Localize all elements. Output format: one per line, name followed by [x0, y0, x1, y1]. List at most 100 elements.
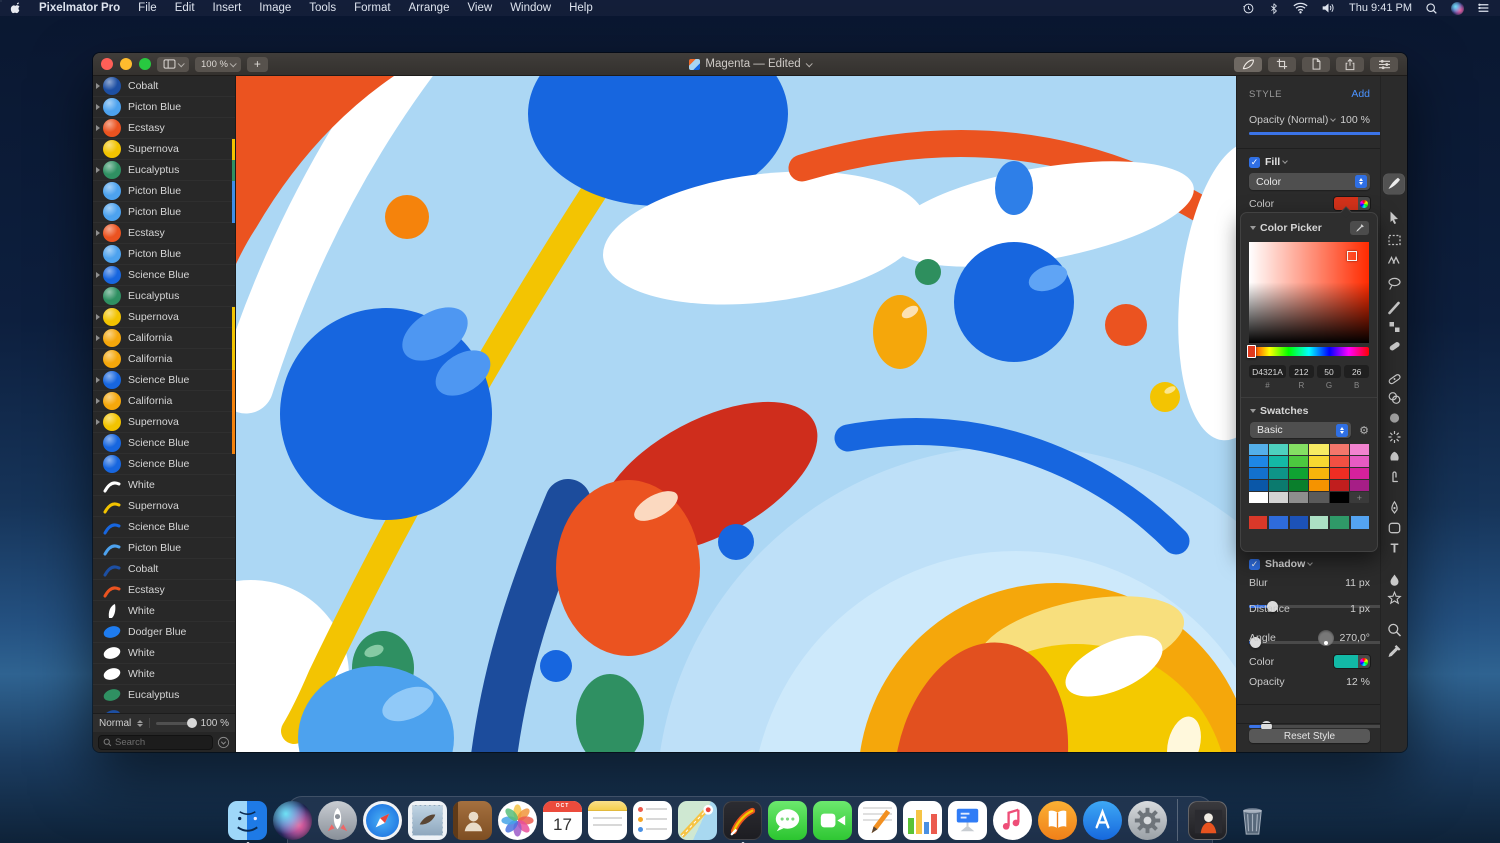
dock-app-store[interactable]: [1083, 800, 1122, 840]
time-machine-icon[interactable]: [1242, 2, 1255, 15]
dock-photos[interactable]: [498, 800, 537, 840]
blend-mode-value[interactable]: Normal: [99, 718, 131, 729]
tool-effects[interactable]: [1384, 588, 1405, 608]
dock-messages[interactable]: [768, 800, 807, 840]
disclosure-triangle[interactable]: [96, 314, 100, 320]
red-field[interactable]: 212: [1289, 365, 1314, 378]
disclosure-triangle[interactable]: [96, 104, 100, 110]
reset-style-button[interactable]: Reset Style: [1249, 729, 1370, 743]
menu-file[interactable]: File: [129, 0, 166, 16]
blue-field[interactable]: 26: [1344, 365, 1370, 378]
swatch[interactable]: [1289, 444, 1309, 455]
dock-itunes[interactable]: [993, 800, 1032, 840]
menu-edit[interactable]: Edit: [166, 0, 204, 16]
layer-row[interactable]: Eucalyptus: [93, 160, 235, 181]
dock-pages[interactable]: [858, 800, 897, 840]
disclosure-triangle[interactable]: [96, 125, 100, 131]
layer-row[interactable]: Picton Blue: [93, 202, 235, 223]
swatch[interactable]: [1249, 480, 1269, 491]
swatch[interactable]: [1329, 456, 1349, 467]
layer-row[interactable]: White: [93, 664, 235, 685]
layer-row[interactable]: Cobalt: [93, 559, 235, 580]
layer-row[interactable]: White: [93, 643, 235, 664]
eyedropper-button[interactable]: [1350, 221, 1369, 235]
shadow-checkbox[interactable]: ✓: [1249, 558, 1260, 570]
disclosure-triangle[interactable]: [96, 335, 100, 341]
swatch[interactable]: [1269, 492, 1289, 503]
layer-row[interactable]: Science Blue: [93, 433, 235, 454]
tool-rectangular-selection[interactable]: [1384, 230, 1405, 250]
tool-warp[interactable]: [1384, 466, 1405, 486]
tool-paint[interactable]: [1384, 298, 1405, 318]
swatch[interactable]: [1349, 468, 1369, 479]
canvas-artwork[interactable]: [236, 76, 1236, 752]
crop-tool-button[interactable]: [1268, 56, 1296, 72]
hue-slider[interactable]: [1247, 345, 1369, 358]
apple-menu[interactable]: [0, 0, 30, 16]
layer-row[interactable]: White: [93, 601, 235, 622]
layer-row[interactable]: Cobalt: [93, 76, 235, 97]
swatch[interactable]: [1309, 456, 1329, 467]
style-opacity-slider[interactable]: [1249, 128, 1394, 139]
layer-row[interactable]: Ecstasy: [93, 118, 235, 139]
disclosure-triangle[interactable]: [96, 398, 100, 404]
export-tool-button[interactable]: [1302, 56, 1330, 72]
dock-keynote[interactable]: [948, 800, 987, 840]
disclosure-triangle[interactable]: [96, 167, 100, 173]
disclosure-triangle[interactable]: [1250, 226, 1256, 230]
tool-clone[interactable]: [1384, 388, 1405, 408]
dock-pixelmator-pro[interactable]: [723, 800, 762, 843]
color-selector[interactable]: [1347, 251, 1357, 261]
notification-center-icon[interactable]: [1477, 2, 1490, 14]
menu-view[interactable]: View: [458, 0, 501, 16]
blend-mode-stepper[interactable]: [137, 719, 144, 727]
dock-contacts[interactable]: [453, 800, 492, 840]
tool-erase[interactable]: [1384, 336, 1405, 356]
menu-insert[interactable]: Insert: [204, 0, 251, 16]
add-style-button[interactable]: Add: [1351, 88, 1370, 100]
tool-color-fill[interactable]: [1384, 570, 1405, 590]
layer-row[interactable]: Supernova: [93, 412, 235, 433]
recent-swatch[interactable]: [1309, 516, 1329, 529]
menu-format[interactable]: Format: [345, 0, 399, 16]
layer-row[interactable]: Science Blue: [93, 517, 235, 538]
dock-system-preferences[interactable]: [1128, 800, 1167, 840]
volume-icon[interactable]: [1321, 2, 1336, 14]
layer-row[interactable]: [93, 706, 235, 713]
swatch[interactable]: [1249, 468, 1269, 479]
swatch[interactable]: [1349, 456, 1369, 467]
swatch[interactable]: [1269, 444, 1289, 455]
layer-opacity-slider[interactable]: [156, 717, 197, 728]
layer-row[interactable]: Dodger Blue: [93, 622, 235, 643]
layer-row[interactable]: California: [93, 349, 235, 370]
swatch[interactable]: [1309, 480, 1329, 491]
recent-swatch[interactable]: [1249, 516, 1268, 529]
tool-style[interactable]: [1383, 174, 1405, 194]
layer-row[interactable]: Supernova: [93, 139, 235, 160]
add-swatch-button[interactable]: +: [1349, 492, 1369, 503]
zoom-level-button[interactable]: 100 %: [195, 56, 241, 72]
swatch[interactable]: [1289, 468, 1309, 479]
zoom-button[interactable]: [139, 58, 151, 70]
fill-color-well[interactable]: [1334, 197, 1370, 210]
tool-quick-selection[interactable]: [1384, 251, 1405, 271]
swatch[interactable]: [1309, 444, 1329, 455]
swatch-collection-select[interactable]: Basic: [1250, 422, 1352, 438]
share-button[interactable]: [1336, 56, 1364, 72]
swatch[interactable]: [1329, 480, 1349, 491]
layer-row[interactable]: Supernova: [93, 496, 235, 517]
menu-pixelmator-pro[interactable]: Pixelmator Pro: [30, 0, 129, 16]
swatch[interactable]: [1289, 456, 1309, 467]
recent-swatch[interactable]: [1269, 516, 1288, 529]
disclosure-triangle[interactable]: [1250, 409, 1256, 413]
fill-type-select[interactable]: Color: [1249, 173, 1370, 190]
title-bar[interactable]: 100 % + Magenta — Edited: [93, 53, 1407, 76]
add-button[interactable]: +: [246, 56, 268, 72]
spotlight-icon[interactable]: [1425, 2, 1438, 15]
disclosure-triangle[interactable]: [96, 83, 100, 89]
dock-books[interactable]: [1038, 800, 1077, 840]
swatch[interactable]: [1289, 492, 1309, 503]
canvas[interactable]: [236, 76, 1236, 752]
tool-smudge[interactable]: [1384, 446, 1405, 466]
layer-row[interactable]: California: [93, 328, 235, 349]
